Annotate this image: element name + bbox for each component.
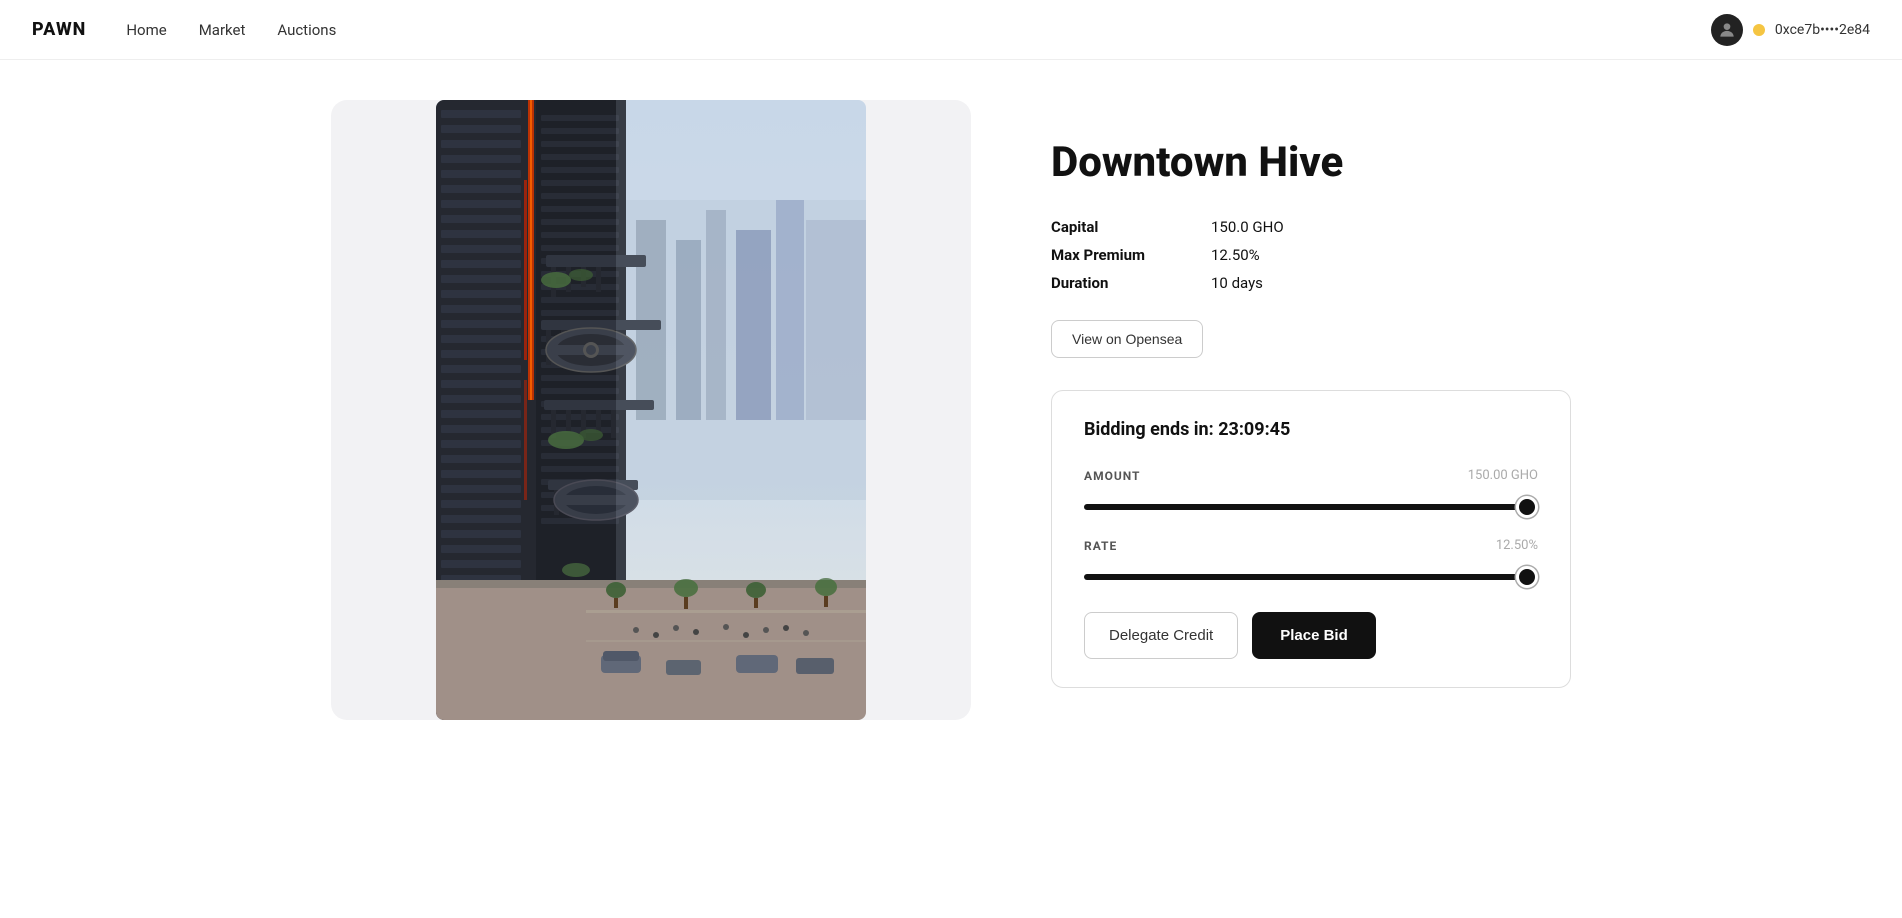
- main-content: Downtown Hive Capital 150.0 GHO Max Prem…: [251, 60, 1651, 760]
- wallet-status-dot: [1753, 24, 1765, 36]
- amount-label: AMOUNT: [1084, 469, 1140, 483]
- bidding-timer: Bidding ends in: 23:09:45: [1084, 419, 1538, 440]
- meta-premium: Max Premium 12.50%: [1051, 246, 1571, 264]
- duration-value: 10 days: [1211, 274, 1263, 292]
- wallet-address: 0xce7b••••2e84: [1775, 22, 1870, 38]
- amount-value: 150.00 GHO: [1468, 468, 1538, 483]
- meta-duration: Duration 10 days: [1051, 274, 1571, 292]
- rate-slider[interactable]: [1084, 574, 1538, 580]
- premium-value: 12.50%: [1211, 246, 1260, 264]
- brand-logo: PAWN: [32, 19, 86, 40]
- nft-artwork: [436, 100, 866, 720]
- item-title: Downtown Hive: [1051, 140, 1571, 186]
- rate-label: RATE: [1084, 539, 1117, 553]
- nav-market[interactable]: Market: [199, 21, 246, 39]
- capital-label: Capital: [1051, 218, 1211, 236]
- item-meta: Capital 150.0 GHO Max Premium 12.50% Dur…: [1051, 218, 1571, 292]
- action-buttons: Delegate Credit Place Bid: [1084, 612, 1538, 659]
- capital-value: 150.0 GHO: [1211, 218, 1284, 236]
- navbar: PAWN Home Market Auctions 0xce7b••••2e84: [0, 0, 1902, 60]
- amount-header: AMOUNT 150.00 GHO: [1084, 468, 1538, 483]
- opensea-button[interactable]: View on Opensea: [1051, 320, 1203, 358]
- nav-home[interactable]: Home: [126, 21, 166, 39]
- nft-image-container: [436, 100, 866, 720]
- nft-image-panel: [331, 100, 971, 720]
- bidding-card: Bidding ends in: 23:09:45 AMOUNT 150.00 …: [1051, 390, 1571, 688]
- rate-header: RATE 12.50%: [1084, 538, 1538, 553]
- amount-section: AMOUNT 150.00 GHO: [1084, 468, 1538, 514]
- nav-links: Home Market Auctions: [126, 21, 1671, 39]
- nav-auctions[interactable]: Auctions: [277, 21, 336, 39]
- meta-capital: Capital 150.0 GHO: [1051, 218, 1571, 236]
- amount-slider[interactable]: [1084, 504, 1538, 510]
- delegate-credit-button[interactable]: Delegate Credit: [1084, 612, 1238, 659]
- detail-panel: Downtown Hive Capital 150.0 GHO Max Prem…: [1051, 100, 1571, 688]
- premium-label: Max Premium: [1051, 246, 1211, 264]
- wallet-avatar[interactable]: [1711, 14, 1743, 46]
- rate-value: 12.50%: [1496, 538, 1538, 553]
- duration-label: Duration: [1051, 274, 1211, 292]
- rate-section: RATE 12.50%: [1084, 538, 1538, 584]
- nav-wallet: 0xce7b••••2e84: [1711, 14, 1870, 46]
- place-bid-button[interactable]: Place Bid: [1252, 612, 1376, 659]
